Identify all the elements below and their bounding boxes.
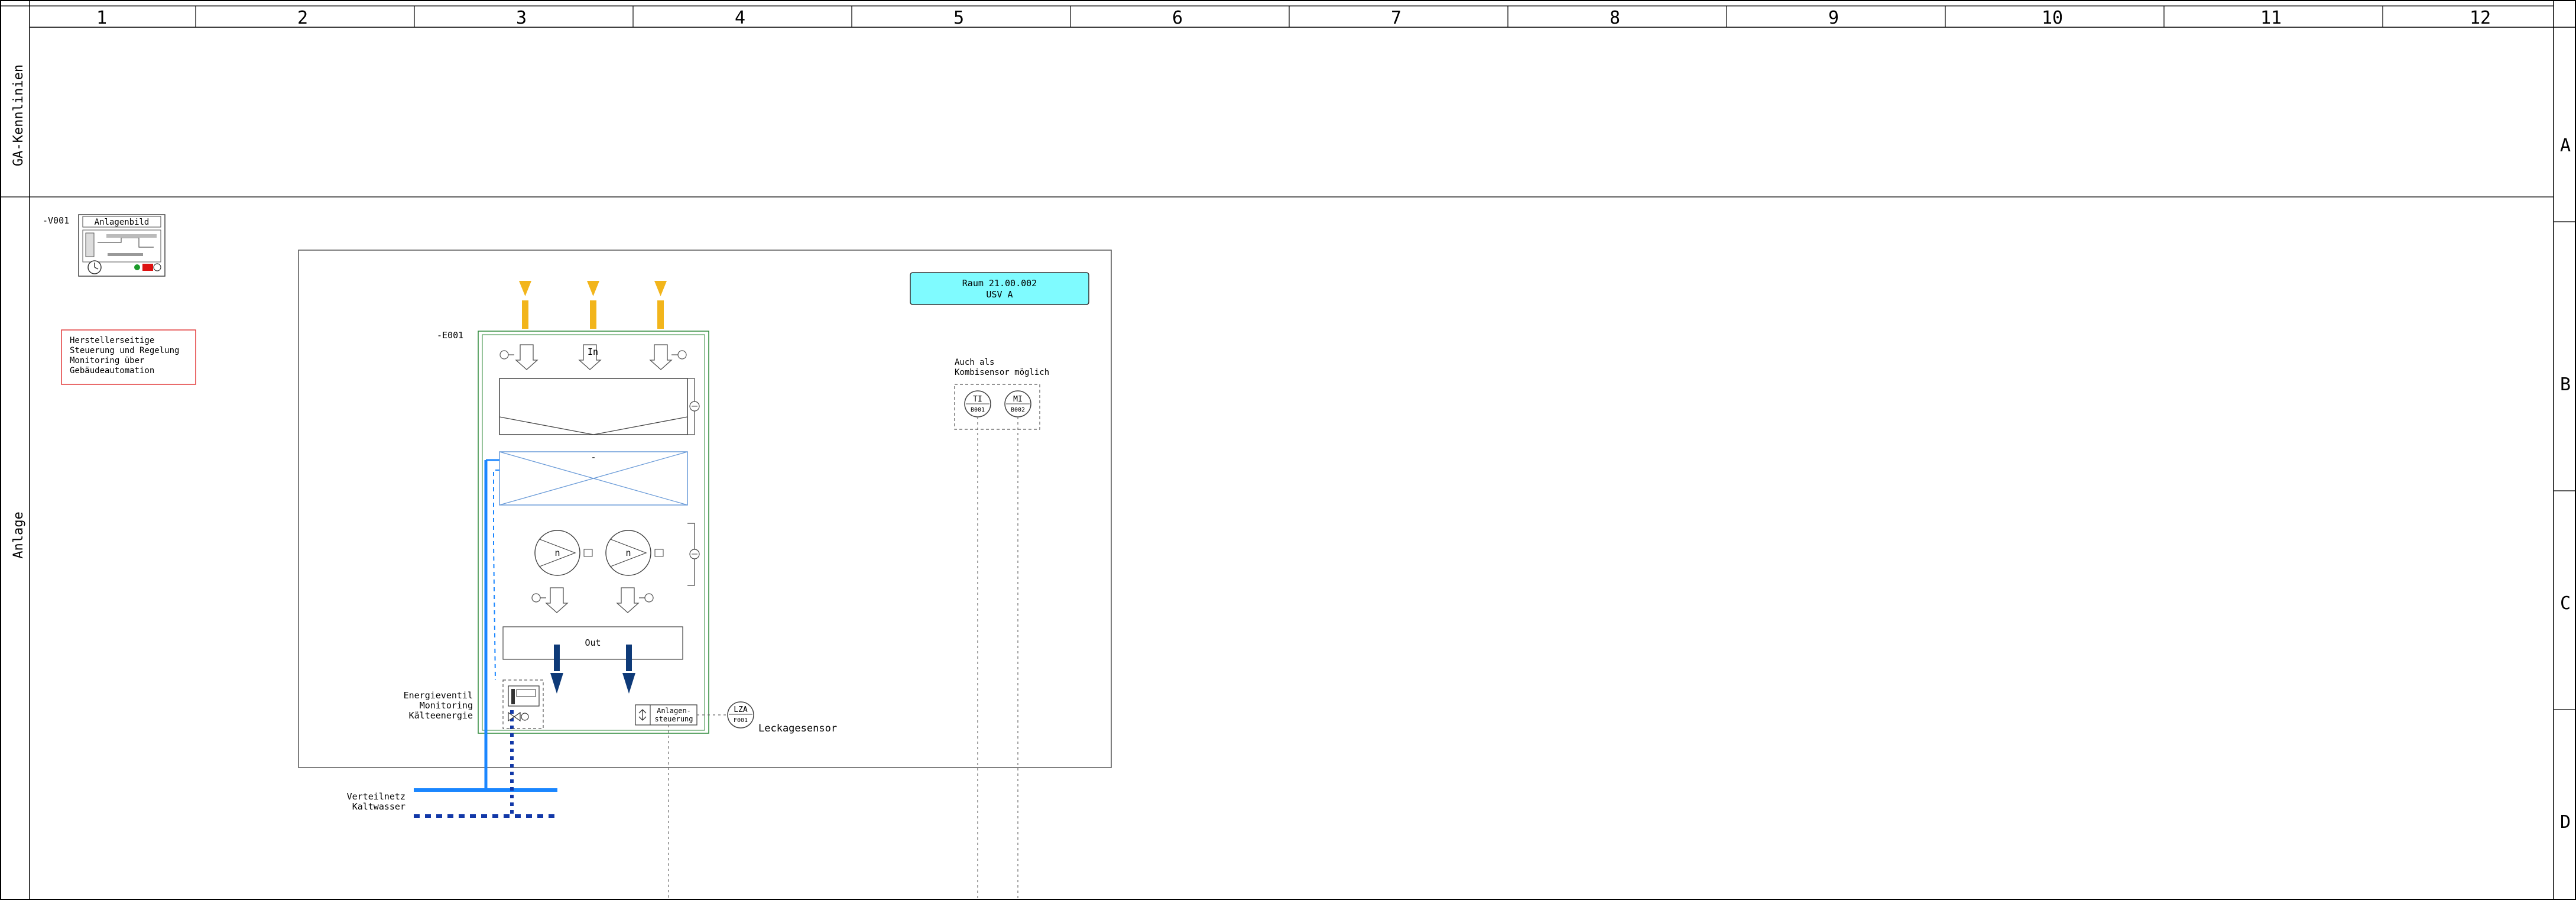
network-line-2: Kaltwasser — [352, 801, 405, 812]
room-name: Raum 21.00.002 — [962, 278, 1037, 289]
column-label-8: 8 — [1610, 8, 1620, 28]
combi-line-2: Kombisensor möglich — [955, 368, 1049, 377]
fan-1-label: n — [554, 548, 560, 558]
room-label: Raum 21.00.002 USV A — [910, 272, 1089, 305]
humidity-sensor: MI B002 — [1004, 390, 1031, 417]
leak-label: Leckagesensor — [758, 723, 837, 734]
energy-valve-line-2: Monitoring — [420, 700, 473, 711]
side-label-ga-kennlinien: GA-Kennlinien — [11, 64, 26, 166]
column-label-10: 10 — [2042, 8, 2063, 28]
plant-control-box: Anlagen- steuerung — [635, 704, 697, 726]
column-label-12: 12 — [2470, 8, 2491, 28]
note-line-2: Steuerung und Regelung — [70, 346, 179, 355]
cooling-coil: - — [499, 451, 688, 506]
plant-graphic-icon[interactable]: Anlagenbild — [78, 214, 166, 277]
row-label-a: A — [2560, 135, 2571, 156]
note-line-1: Herstellerseitige — [70, 336, 154, 345]
row-label-b: B — [2560, 374, 2571, 395]
column-label-11: 11 — [2260, 8, 2282, 28]
column-label-5: 5 — [953, 8, 964, 28]
control-line-1: Anlagen- — [657, 707, 691, 715]
temperature-sensor: TI B001 — [964, 390, 991, 417]
control-line-2: steuerung — [654, 715, 693, 723]
column-label-9: 9 — [1828, 8, 1839, 28]
column-label-6: 6 — [1172, 8, 1183, 28]
schematic-sheet: 1 2 3 4 5 6 7 8 9 10 11 12 A B C D GA-Ke… — [0, 0, 2576, 900]
column-label-1: 1 — [96, 8, 107, 28]
coil-mark: - — [591, 452, 596, 462]
column-label-2: 2 — [297, 8, 308, 28]
outlet-section: Out — [502, 626, 683, 660]
inlet-label: In — [588, 347, 598, 357]
network-line-1: Verteilnetz — [347, 791, 405, 802]
energy-valve-line-1: Energieventil — [404, 690, 473, 701]
sensor-2-code: MI — [1013, 395, 1023, 404]
energy-valve-line-3: Kälteenergie — [409, 710, 473, 721]
sensor-1-code: TI — [973, 395, 982, 404]
outlet-label: Out — [585, 637, 601, 648]
unit-tag: -E001 — [437, 330, 463, 341]
sheet-frame — [0, 0, 2576, 900]
manufacturer-note: Herstellerseitige Steuerung und Regelung… — [61, 329, 196, 385]
sensor-1-id: B001 — [971, 407, 985, 413]
v001-tag: -V001 — [43, 215, 69, 226]
fan-2-label: n — [625, 548, 631, 558]
side-label-anlage: Anlage — [11, 511, 26, 558]
column-label-3: 3 — [516, 8, 527, 28]
leak-id: F001 — [734, 717, 748, 724]
leak-code: LZA — [734, 705, 748, 714]
v001-title: Anlagenbild — [95, 218, 150, 227]
note-line-4: Gebäudeautomation — [70, 366, 154, 375]
note-line-3: Monitoring über — [70, 356, 144, 365]
room-sub: USV A — [986, 289, 1013, 300]
leak-sensor: LZA F001 — [727, 701, 754, 729]
column-label-4: 4 — [735, 8, 745, 28]
combi-line-1: Auch als — [955, 358, 994, 367]
row-label-d: D — [2560, 812, 2571, 833]
row-label-c: C — [2560, 593, 2571, 614]
column-label-7: 7 — [1391, 8, 1401, 28]
sensor-2-id: B002 — [1011, 407, 1025, 413]
filter-section — [499, 378, 700, 435]
